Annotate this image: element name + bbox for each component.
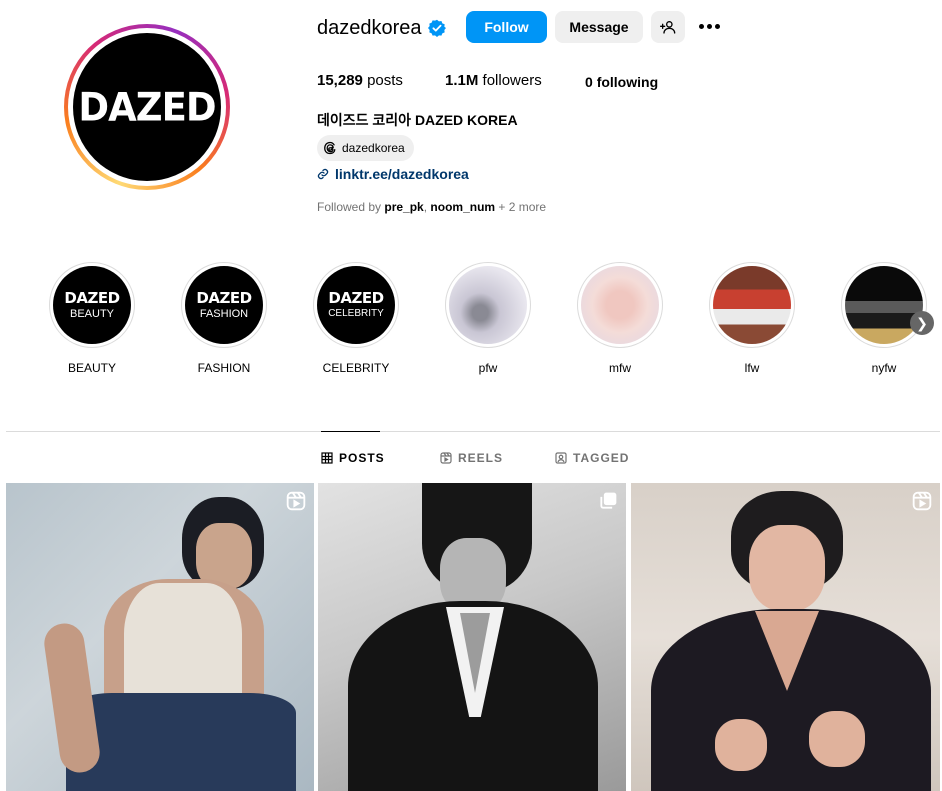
profile-full-name: 데이즈드 코리아 DAZED KOREA [317,112,518,128]
highlight-lfw[interactable]: lfw [708,262,796,375]
reels-icon [440,452,452,464]
highlight-pfw[interactable]: pfw [444,262,532,375]
grid-icon [321,452,333,464]
add-user-icon [660,21,676,34]
follow-button[interactable]: Follow [466,11,547,43]
highlight-fashion[interactable]: DAZED FASHION FASHION [180,262,268,375]
threads-badge[interactable]: dazedkorea [317,135,414,161]
post-thumbnail[interactable] [6,483,314,791]
highlight-label: lfw [744,361,760,375]
tagged-icon [555,452,567,464]
highlight-cover-image [713,266,791,344]
highlight-cover-image [845,266,923,344]
message-button[interactable]: Message [555,11,643,43]
highlight-mfw[interactable]: mfw [576,262,664,375]
tab-reels[interactable]: REELS [440,451,503,465]
tab-posts[interactable]: POSTS [321,451,385,465]
profile-avatar-ring[interactable]: DAZED [64,24,230,190]
highlight-cover-image [449,266,527,344]
highlight-cover: DAZED CELEBRITY [317,266,395,344]
highlight-label: FASHION [197,361,251,375]
highlight-beauty[interactable]: DAZED BEAUTY BEAUTY [48,262,136,375]
threads-icon [324,141,336,155]
following-stat[interactable]: 0 following [585,73,658,91]
avatar-gap: DAZED [68,28,226,186]
highlight-cover-image [581,266,659,344]
highlight-label: nyfw [871,361,897,375]
bio-link[interactable]: linktr.ee/dazedkorea [317,166,469,182]
tabs-divider [6,431,940,432]
posts-stat: 15,289 posts [317,72,403,89]
suggested-users-button[interactable] [651,11,685,43]
post-thumbnail[interactable] [318,483,626,791]
post-thumbnail[interactable] [631,483,940,791]
highlight-cover: DAZED BEAUTY [53,266,131,344]
followed-by[interactable]: Followed by pre_pk, noom_num + 2 more [317,200,546,214]
highlight-label: pfw [478,361,498,375]
highlight-label: BEAUTY [67,361,116,375]
avatar: DAZED [73,33,221,181]
highlight-nyfw[interactable]: nyfw [840,262,928,375]
tab-tagged[interactable]: TAGGED [555,451,629,465]
followers-stat[interactable]: 1.1M followers [445,72,542,90]
active-tab-indicator [321,431,380,432]
avatar-logo: DAZED [78,84,216,130]
reel-indicator-icon [286,491,306,511]
link-icon [317,168,329,180]
highlight-label: mfw [609,361,631,375]
reel-indicator-icon [912,491,932,511]
highlight-cover: DAZED FASHION [185,266,263,344]
bio-link-text: linktr.ee/dazedkorea [335,166,469,182]
highlight-celebrity[interactable]: DAZED CELEBRITY CELEBRITY [312,262,400,375]
chevron-right-icon[interactable]: ❯ [910,311,934,335]
carousel-indicator-icon [600,492,617,509]
more-options-icon[interactable] [696,16,722,36]
highlight-label: CELEBRITY [322,361,390,375]
threads-handle: dazedkorea [342,141,405,155]
verified-badge-icon [428,19,446,37]
profile-username: dazedkorea [317,17,422,39]
